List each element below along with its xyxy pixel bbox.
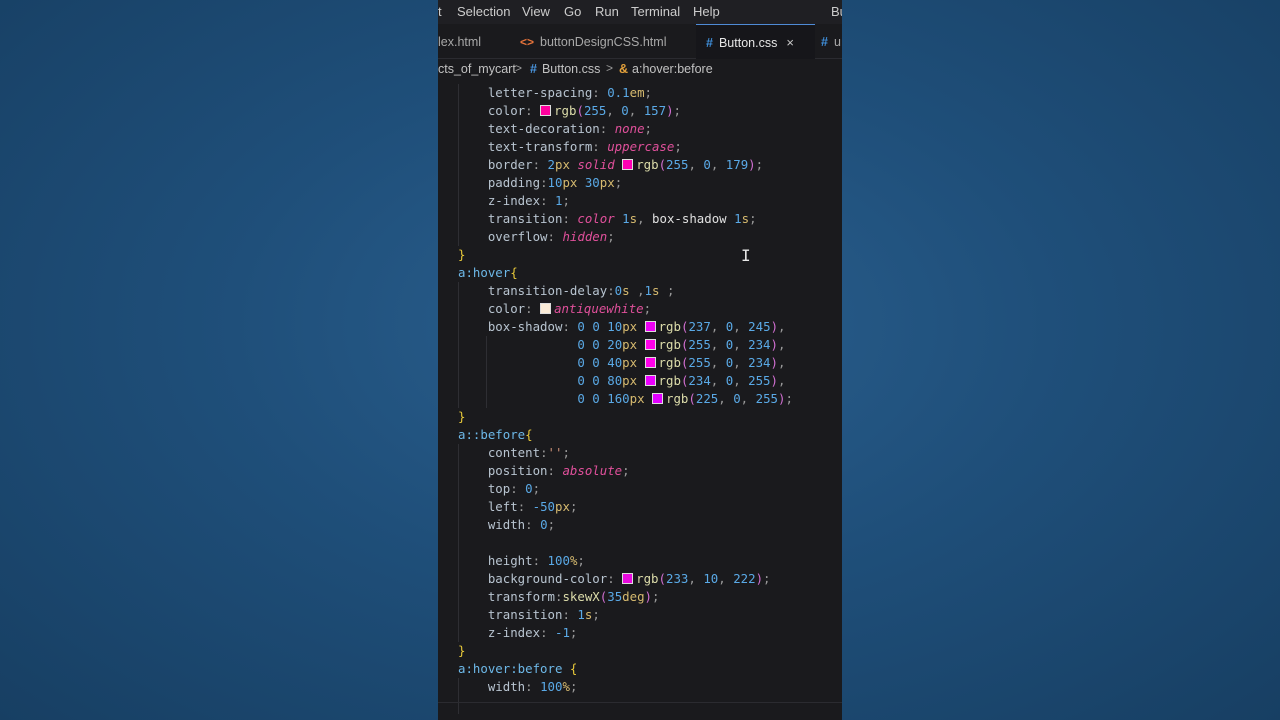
menu-item-help[interactable]: Help	[693, 4, 720, 19]
tab-label: Button.css	[718, 36, 778, 50]
code-line[interactable]: 0 0 40px rgb(255, 0, 234),	[458, 354, 785, 372]
code-line[interactable]: z-index: -1;	[458, 624, 578, 642]
code-line[interactable]: text-decoration: none;	[458, 120, 652, 138]
code-line[interactable]: 0 0 160px rgb(225, 0, 255);	[458, 390, 793, 408]
color-swatch-icon[interactable]	[644, 375, 656, 386]
code-line[interactable]: background-color: rgb(233, 10, 222);	[458, 570, 771, 588]
code-line[interactable]: left: -50px;	[458, 498, 578, 516]
code-line[interactable]: content:'';	[458, 444, 570, 462]
code-line[interactable]: text-transform: uppercase;	[458, 138, 682, 156]
code-line[interactable]: }	[458, 246, 465, 264]
code-line[interactable]: transition-delay:0s ,1s ;	[458, 282, 675, 300]
tab-buttondesigncss-html[interactable]: <> buttonDesignCSS.html	[520, 24, 698, 58]
tab-index-html[interactable]: lex.html	[438, 24, 500, 58]
breadcrumb-symbol[interactable]: & a:hover:before	[619, 62, 713, 76]
code-line[interactable]: height: 100%;	[458, 552, 585, 570]
color-swatch-icon[interactable]	[644, 321, 656, 332]
code-line[interactable]: }	[458, 408, 465, 426]
code-line[interactable]: color: antiquewhite;	[458, 300, 651, 318]
code-line[interactable]: transition: color 1s, box-shadow 1s;	[458, 210, 757, 228]
code-line[interactable]: box-shadow: 0 0 10px rgb(237, 0, 245),	[458, 318, 786, 336]
code-line[interactable]: letter-spacing: 0.1em;	[458, 84, 652, 102]
chevron-right-icon: >	[606, 61, 614, 75]
tab-button-css[interactable]: # Button.css ×	[696, 24, 815, 59]
window-title-partial: Bu	[831, 4, 842, 19]
tab-label: lex.html	[438, 35, 482, 49]
code-line[interactable]: color: rgb(255, 0, 157);	[458, 102, 681, 120]
menu-item-run[interactable]: Run	[595, 4, 619, 19]
code-line[interactable]: width: 100%;	[458, 678, 578, 696]
color-swatch-icon[interactable]	[540, 105, 552, 116]
tab-label: buttonDesignCSS.html	[540, 35, 667, 49]
code-line[interactable]: z-index: 1;	[458, 192, 570, 210]
code-line[interactable]: 0 0 80px rgb(234, 0, 255),	[458, 372, 785, 390]
breadcrumb: cts_of_mycart > # Button.css > & a:hover:b…	[438, 59, 842, 81]
color-swatch-icon[interactable]	[644, 339, 656, 350]
code-line[interactable]: a::before{	[458, 426, 533, 444]
css-icon: #	[706, 36, 713, 50]
code-line[interactable]: transform:skewX(35deg);	[458, 588, 660, 606]
close-icon[interactable]: ×	[786, 35, 794, 50]
code-line[interactable]: a:hover:before {	[458, 660, 577, 678]
menu-item-go[interactable]: Go	[564, 4, 581, 19]
color-swatch-icon[interactable]	[652, 393, 664, 404]
chevron-right-icon: >	[515, 61, 523, 75]
symbol-icon: &	[619, 62, 629, 76]
color-swatch-icon[interactable]	[622, 159, 634, 170]
code-line[interactable]: transition: 1s;	[458, 606, 600, 624]
menu-bar: t Selection View Go Run Terminal Help Bu	[438, 0, 842, 24]
code-line[interactable]: top: 0;	[458, 480, 540, 498]
css-icon: #	[821, 35, 828, 49]
menu-item-view[interactable]: View	[522, 4, 550, 19]
editor-tab-bar: lex.html <> buttonDesignCSS.html # Button.…	[438, 24, 842, 59]
breadcrumb-file[interactable]: # Button.css	[530, 62, 600, 76]
tab-partial[interactable]: # u	[821, 24, 842, 58]
menu-item-selection[interactable]: Selection	[457, 4, 510, 19]
breadcrumb-folder[interactable]: cts_of_mycart	[438, 62, 516, 76]
code-line[interactable]: a:hover{	[458, 264, 518, 282]
text-cursor-icon: I	[741, 246, 751, 265]
tab-label: u	[833, 35, 841, 49]
code-line[interactable]: }	[458, 642, 465, 660]
color-swatch-icon[interactable]	[540, 303, 552, 314]
code-editor[interactable]: letter-spacing: 0.1em; color: rgb(255, 0…	[438, 84, 842, 720]
code-line[interactable]: overflow: hidden;	[458, 228, 615, 246]
code-line[interactable]: width: 0;	[458, 516, 555, 534]
color-swatch-icon[interactable]	[622, 573, 634, 584]
color-swatch-icon[interactable]	[644, 357, 656, 368]
code-line[interactable]: position: absolute;	[458, 462, 630, 480]
code-line[interactable]: padding:10px 30px;	[458, 174, 622, 192]
html-icon: <>	[520, 35, 535, 49]
editor-bottom-border	[438, 702, 842, 703]
menu-item-terminal[interactable]: Terminal	[631, 4, 680, 19]
menu-item-partial[interactable]: t	[438, 4, 442, 19]
vscode-window: t Selection View Go Run Terminal Help Bu…	[438, 0, 842, 720]
code-line[interactable]: 0 0 20px rgb(255, 0, 234),	[458, 336, 785, 354]
code-line[interactable]: border: 2px solid rgb(255, 0, 179);	[458, 156, 763, 174]
css-icon: #	[530, 62, 537, 76]
